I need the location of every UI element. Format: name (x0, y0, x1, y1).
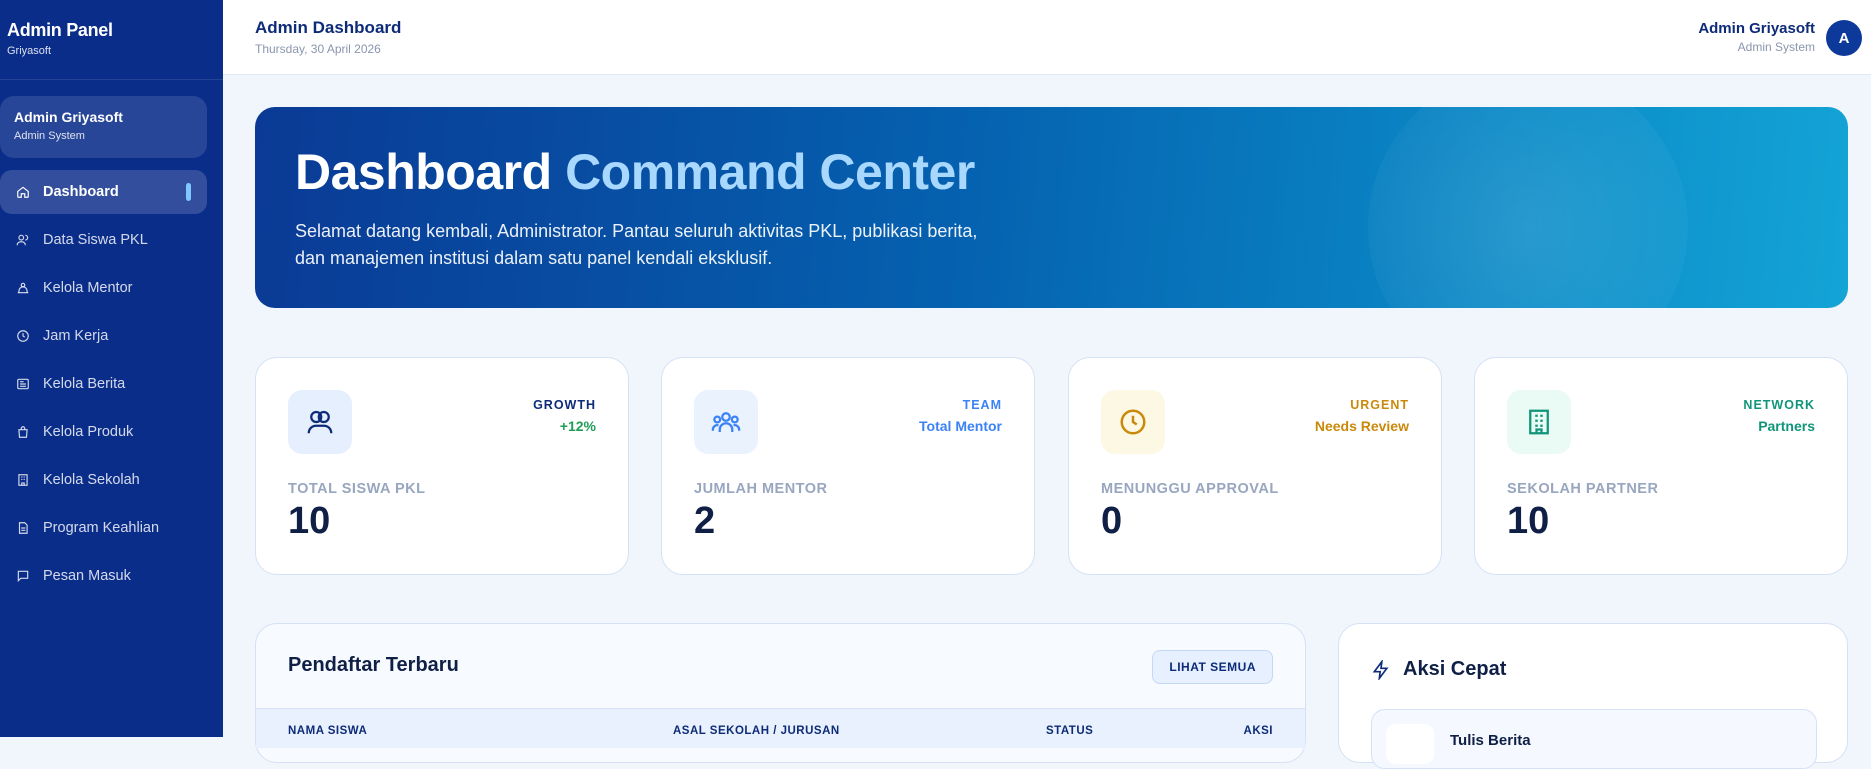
users-icon (16, 233, 30, 247)
stat-value: 2 (694, 500, 716, 542)
topbar-user-role: Admin System (1737, 40, 1815, 54)
stat-value: 10 (288, 500, 331, 542)
see-all-button[interactable]: LIHAT SEMUA (1152, 650, 1273, 684)
building-icon (16, 473, 30, 487)
clock-icon (1101, 390, 1165, 454)
newspaper-icon (16, 377, 30, 391)
sidebar-item-label: Kelola Sekolah (43, 472, 140, 488)
brand-subtitle: Griyasoft (7, 45, 52, 57)
mentor-icon (16, 281, 30, 295)
stat-tag-key: NETWORK (1743, 398, 1815, 412)
stat-card-total-siswa[interactable]: GROWTH +12% TOTAL SISWA PKL 10 (255, 357, 629, 575)
page-title: Admin Dashboard (255, 18, 402, 37)
topbar: Admin Dashboard Thursday, 30 April 2026 … (223, 0, 1871, 75)
stat-label: SEKOLAH PARTNER (1507, 481, 1659, 497)
column-header-nama[interactable]: NAMA SISWA (288, 725, 367, 737)
sidebar-nav: Dashboard Data Siswa PKL Kelola Mentor J… (0, 170, 223, 598)
stat-label: MENUNGGU APPROVAL (1101, 481, 1279, 497)
stat-tag-value: Needs Review (1314, 418, 1409, 434)
table-header: NAMA SISWA ASAL SEKOLAH / JURUSAN STATUS… (256, 708, 1305, 748)
current-date: Thursday, 30 April 2026 (255, 42, 381, 56)
stat-tag-key: GROWTH (533, 398, 596, 412)
bag-icon (16, 425, 30, 439)
clock-icon (16, 329, 30, 343)
quick-action-icon (1386, 724, 1434, 764)
sidebar-item-kelola-produk[interactable]: Kelola Produk (0, 410, 207, 454)
stat-label: TOTAL SISWA PKL (288, 481, 426, 497)
sidebar-item-label: Data Siswa PKL (43, 232, 148, 248)
stat-value: 0 (1101, 500, 1123, 542)
sidebar-item-label: Jam Kerja (43, 328, 109, 344)
sidebar-item-label: Kelola Mentor (43, 280, 133, 296)
team-icon (694, 390, 758, 454)
quick-action-label: Tulis Berita (1450, 732, 1531, 749)
column-header-aksi[interactable]: AKSI (1244, 725, 1273, 737)
column-header-sekolah[interactable]: ASAL SEKOLAH / JURUSAN (673, 725, 840, 737)
sidebar-item-dashboard[interactable]: Dashboard (0, 170, 207, 214)
users-icon (288, 390, 352, 454)
document-icon (16, 521, 30, 535)
brand: Admin Panel Griyasoft (0, 0, 223, 80)
sidebar-user-card[interactable]: Admin Griyasoft Admin System (0, 96, 207, 158)
stat-card-menunggu-approval[interactable]: URGENT Needs Review MENUNGGU APPROVAL 0 (1068, 357, 1442, 575)
recent-registrants-panel: Pendaftar Terbaru LIHAT SEMUA NAMA SISWA… (255, 623, 1306, 763)
sidebar-item-kelola-berita[interactable]: Kelola Berita (0, 362, 207, 406)
sidebar-item-jam-kerja[interactable]: Jam Kerja (0, 314, 207, 358)
stat-tag-value: Total Mentor (919, 418, 1002, 434)
stat-tag: GROWTH +12% (533, 398, 596, 434)
brand-title: Admin Panel (7, 20, 113, 40)
stat-tag-value: +12% (559, 418, 596, 434)
stat-tag: TEAM Total Mentor (919, 398, 1002, 434)
stat-label: JUMLAH MENTOR (694, 481, 828, 497)
stat-card-jumlah-mentor[interactable]: TEAM Total Mentor JUMLAH MENTOR 2 (661, 357, 1035, 575)
hero-description: Selamat datang kembali, Administrator. P… (295, 221, 978, 268)
quick-actions-title: Aksi Cepat (1403, 658, 1507, 680)
sidebar: Admin Panel Griyasoft Admin Griyasoft Ad… (0, 0, 223, 737)
avatar[interactable]: A (1826, 20, 1862, 56)
sidebar-item-kelola-mentor[interactable]: Kelola Mentor (0, 266, 207, 310)
active-indicator (186, 183, 191, 201)
sidebar-item-data-siswa-pkl[interactable]: Data Siswa PKL (0, 218, 207, 262)
sidebar-user-name: Admin Griyasoft (14, 109, 123, 125)
hero-title: Dashboard Command Center (295, 145, 1808, 200)
stat-tag: URGENT Needs Review (1315, 398, 1409, 434)
home-icon (16, 185, 30, 199)
stat-tag-key: TEAM (962, 398, 1002, 412)
sidebar-item-label: Dashboard (43, 184, 119, 200)
sidebar-user-role: Admin System (14, 130, 85, 142)
hero-banner: Dashboard Command Center Selamat datang … (255, 107, 1848, 308)
sidebar-item-kelola-sekolah[interactable]: Kelola Sekolah (0, 458, 207, 502)
quick-actions-header: Aksi Cepat (1371, 658, 1506, 681)
column-header-status[interactable]: STATUS (1046, 725, 1093, 737)
quick-action-item[interactable]: Tulis Berita (1371, 709, 1817, 769)
sidebar-item-label: Kelola Berita (43, 376, 126, 392)
panel-title: Pendaftar Terbaru (288, 654, 459, 676)
topbar-user-name: Admin Griyasoft (1698, 20, 1815, 37)
bolt-icon (1372, 659, 1389, 680)
stat-tag-key: URGENT (1350, 398, 1409, 412)
sidebar-item-label: Pesan Masuk (43, 568, 131, 584)
quick-actions-panel: Aksi Cepat Tulis Berita (1338, 623, 1848, 769)
topbar-user[interactable]: Admin Griyasoft Admin System (1698, 20, 1815, 54)
hero-title-accent: Command Center (565, 144, 975, 200)
stat-tag: NETWORK Partners (1743, 398, 1815, 434)
hero-title-main: Dashboard (295, 144, 552, 200)
building-icon (1507, 390, 1571, 454)
stat-value: 10 (1507, 500, 1550, 542)
message-icon (16, 569, 30, 583)
sidebar-item-program-keahlian[interactable]: Program Keahlian (0, 506, 207, 550)
stat-card-sekolah-partner[interactable]: NETWORK Partners SEKOLAH PARTNER 10 (1474, 357, 1848, 575)
sidebar-item-label: Kelola Produk (43, 424, 134, 440)
stat-tag-value: Partners (1758, 418, 1815, 434)
sidebar-item-pesan-masuk[interactable]: Pesan Masuk (0, 554, 207, 598)
sidebar-item-label: Program Keahlian (43, 520, 160, 536)
